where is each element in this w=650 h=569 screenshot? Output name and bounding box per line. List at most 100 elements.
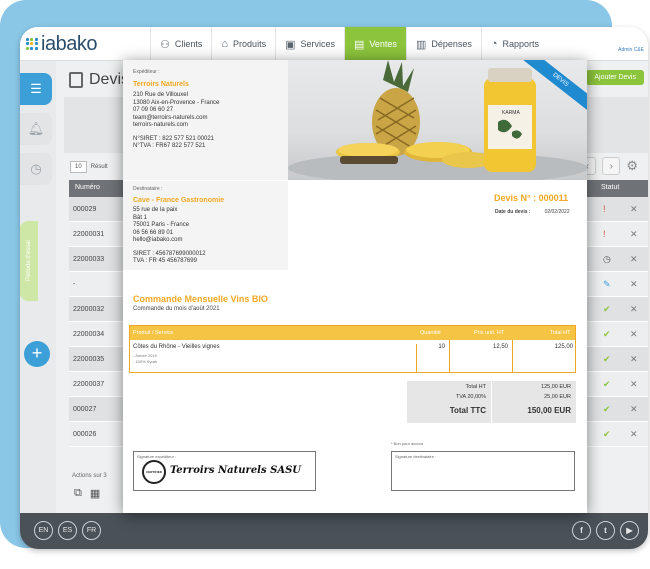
col-number[interactable]: Numéro [75, 184, 100, 191]
nav-services[interactable]: ▣ Services [275, 27, 344, 61]
hdr-total: Total HT [550, 330, 571, 336]
quote-number: Devis N° : 000011 [494, 193, 569, 203]
lang-es[interactable]: ES [58, 521, 77, 540]
nav-ventes[interactable]: ▤ Ventes [344, 27, 406, 61]
recipient-block: Destinataire : Cave - France Gastronomie… [123, 180, 288, 270]
row-number: 22000031 [73, 231, 105, 238]
twitter-icon[interactable]: t [596, 521, 615, 540]
delete-icon[interactable]: ✕ [630, 254, 638, 265]
per-page-select[interactable]: 10 [70, 161, 87, 173]
hdr-unit-price: Prix unit. HT [474, 330, 505, 336]
delete-icon[interactable]: ✕ [630, 279, 638, 290]
clock-icon[interactable]: ◷ [20, 153, 52, 185]
quote-date: Date du devis : 02/02/2022 [495, 209, 570, 215]
left-sidebar: ☰ 🔔︎ ◷ Période d'essai + [20, 61, 56, 513]
results-label: Résult [90, 164, 108, 170]
sender-line: 13080 Aix-en-Provence - France [133, 99, 220, 106]
col-status[interactable]: Statut [601, 184, 619, 191]
duplicate-icon[interactable]: ⧉ [74, 487, 82, 500]
line-items-header: Produit / Service Quantité Prix unit. HT… [130, 326, 575, 340]
delete-icon[interactable]: ✕ [630, 329, 638, 340]
product-photo: KARMA DEVIS [288, 60, 587, 180]
logo-grid-icon [26, 38, 38, 50]
nav-produits[interactable]: ⌂ Produits [211, 27, 275, 61]
nav-label: Rapports [502, 39, 540, 49]
line-unit-price: 12,50 [450, 340, 513, 372]
totals-box: Total HT 125,00 EUR TVA 20,00% 25,00 EUR T… [407, 381, 576, 423]
row-number: 000027 [73, 406, 97, 413]
certified-stamp: CERTIFIED [142, 460, 166, 484]
nav-rapports[interactable]: ◔ Rapports [480, 27, 548, 61]
nav-label: Dépenses [431, 39, 472, 49]
date-value: 02/02/2022 [544, 209, 570, 215]
sender-block: Expéditeur : Terroirs Naturels 210 Rue d… [123, 60, 288, 180]
line-detail: - 100% Syrah [133, 358, 158, 364]
line-product: Côtes du Rhône - Vieilles vignes [133, 344, 220, 350]
delete-icon[interactable]: ✕ [630, 404, 638, 415]
ledger-icon: ▥ [415, 38, 427, 51]
recipient-name: Cave - France Gastronomie [133, 196, 225, 204]
logo[interactable]: iabako [26, 33, 97, 55]
brand-name: iabako [41, 33, 97, 55]
delete-icon[interactable]: ✕ [630, 429, 638, 440]
sender-line: 07 09 06 60 27 [133, 107, 174, 113]
row-number: - [73, 281, 76, 288]
tag-icon: ⌂ [221, 38, 229, 50]
order-title: Commande Mensuelle Vins BIO [133, 294, 268, 304]
sender-line: terroirs-naturels.com [133, 122, 189, 128]
pager: ‹ › ⚙ [578, 157, 638, 175]
sender-tva: N°TVA : FR67 822 577 521 [133, 143, 206, 149]
delete-icon[interactable]: ✕ [630, 304, 638, 315]
lang-fr[interactable]: FR [82, 521, 101, 540]
signature-name: Terroirs Naturels SASU [170, 465, 302, 476]
lang-en[interactable]: EN [34, 521, 53, 540]
order-subtitle: Commande du mois d'août 2021 [133, 306, 220, 312]
top-navbar: iabako ⚇ Clients ⌂ Produits ▣ Services ▤ Ven… [20, 27, 648, 61]
actions-label: Actions sur 3 [72, 473, 107, 479]
add-quote-button[interactable]: Ajouter Devis [586, 70, 644, 85]
status-icon: ✔ [603, 329, 611, 339]
status-icon: ! [603, 229, 606, 239]
delete-icon[interactable]: ✕ [630, 204, 638, 215]
receipt-icon: ▤ [354, 38, 365, 51]
nav-clients[interactable]: ⚇ Clients [150, 27, 211, 61]
recipient-siret: SIRET : 456787699000012 [133, 250, 206, 257]
nav-depenses[interactable]: ▥ Dépenses [405, 27, 481, 61]
export-excel-icon[interactable]: ▦ [90, 487, 100, 500]
line-total: 125,00 [554, 344, 573, 350]
hdr-product: Produit / Service [133, 330, 174, 336]
next-page-icon[interactable]: › [602, 157, 621, 175]
footer-bar: EN ES FR f t ▶ [20, 513, 648, 549]
youtube-icon[interactable]: ▶ [620, 521, 639, 540]
status-icon: ✔ [603, 404, 611, 414]
delete-icon[interactable]: ✕ [630, 229, 638, 240]
list-icon[interactable]: ☰ [20, 73, 52, 105]
pineapple-juice-image: KARMA [288, 60, 587, 180]
gear-icon[interactable]: ⚙ [626, 157, 638, 175]
recipient-label: Destinataire : [133, 186, 163, 192]
delete-icon[interactable]: ✕ [630, 379, 638, 390]
bell-icon[interactable]: 🔔︎ [20, 113, 52, 145]
recipient-line: 55 rue de la paix [133, 207, 178, 213]
status-icon: ! [603, 204, 606, 214]
date-label: Date du devis : [495, 209, 531, 215]
recipient-line: Bât 1 [133, 214, 148, 221]
status-icon: ✎ [603, 279, 611, 289]
sender-signature-label: Signature expéditeur : [137, 454, 177, 459]
admin-menu[interactable]: Admin C&E [618, 47, 644, 53]
line-items-table: Produit / Service Quantité Prix unit. HT… [129, 325, 576, 373]
delete-icon[interactable]: ✕ [630, 354, 638, 365]
nav-label: Clients [174, 39, 203, 49]
facebook-icon[interactable]: f [572, 521, 591, 540]
status-icon: ◷ [603, 254, 611, 264]
pie-chart-icon: ◔ [490, 38, 498, 50]
add-icon[interactable]: + [24, 341, 50, 367]
trial-tab[interactable]: Période d'essai [20, 221, 38, 301]
recipient-line: 06 56 66 89 01 [133, 229, 174, 236]
row-number: 22000032 [73, 306, 105, 313]
recipient-line: hello@iabako.com [133, 237, 183, 243]
sender-line: team@terroirs-naturels.com [133, 114, 208, 121]
row-number: 22000035 [73, 356, 105, 363]
nav-label: Produits [233, 39, 267, 49]
hdr-qty: Quantité [420, 330, 441, 336]
